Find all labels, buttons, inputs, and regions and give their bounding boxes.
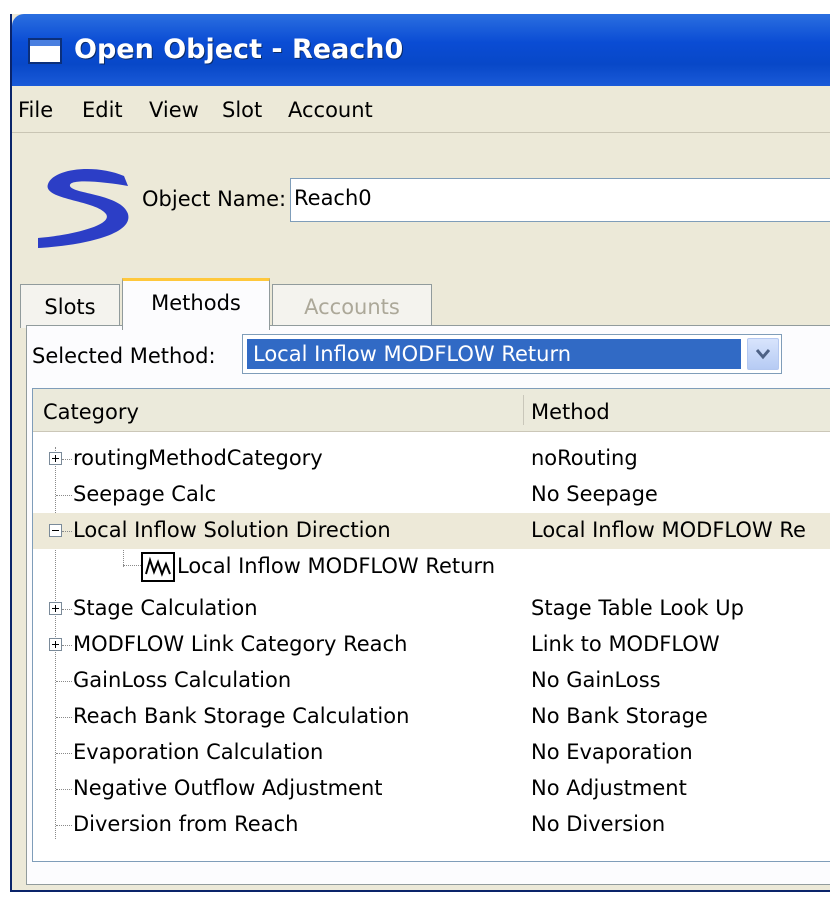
tree-line [62,645,72,646]
row-method: No Adjustment [531,776,687,800]
row-method: No Seepage [531,482,658,506]
row-category: Seepage Calc [73,482,217,506]
row-method: Local Inflow MODFLOW Re [531,518,806,542]
tree-line [56,495,72,496]
menu-bar: File Edit View Slot Account [12,88,830,133]
tree-row[interactable]: Evaporation Calculation No Evaporation [33,735,830,771]
row-method: noRouting [531,446,638,470]
tab-methods[interactable]: Methods [122,278,270,330]
row-method: No GainLoss [531,668,661,692]
row-category: GainLoss Calculation [73,668,292,692]
tree-line [56,789,72,790]
row-category: MODFLOW Link Category Reach [73,632,408,656]
menu-edit[interactable]: Edit [82,98,123,122]
selected-method-value: Local Inflow MODFLOW Return [247,339,741,369]
row-category: Local Inflow MODFLOW Return [177,554,496,578]
tree-row[interactable]: GainLoss Calculation No GainLoss [33,663,830,699]
tree-row-child[interactable]: Local Inflow MODFLOW Return [33,549,830,585]
object-name-input[interactable]: Reach0 [290,178,830,222]
tree-line [62,609,72,610]
title-bar[interactable]: Open Object - Reach0 [12,14,830,86]
row-category: Negative Outflow Adjustment [73,776,383,800]
tree-line [62,531,72,532]
row-category: Evaporation Calculation [73,740,324,764]
column-header-category[interactable]: Category [43,400,139,424]
tree-row[interactable]: Reach Bank Storage Calculation No Bank S… [33,699,830,735]
object-name-label: Object Name: [142,187,287,211]
tree-line [56,825,72,826]
tree-line [56,681,72,682]
expand-icon[interactable] [49,602,62,615]
expand-icon[interactable] [49,638,62,651]
method-wave-icon [141,552,175,582]
method-tree: Category Method routingMethodCategory no… [32,388,830,862]
row-category: Reach Bank Storage Calculation [73,704,410,728]
row-method: Stage Table Look Up [531,596,744,620]
tree-row[interactable]: MODFLOW Link Category Reach Link to MODF… [33,627,830,663]
row-method: Link to MODFLOW [531,632,720,656]
selected-method-dropdown[interactable]: Local Inflow MODFLOW Return [242,334,782,374]
row-category: Diversion from Reach [73,812,299,836]
tab-slots[interactable]: Slots [20,284,120,328]
menu-slot[interactable]: Slot [222,98,262,122]
menu-file[interactable]: File [18,98,53,122]
row-category: Stage Calculation [73,596,258,620]
menu-account[interactable]: Account [288,98,373,122]
tab-accounts[interactable]: Accounts [272,284,432,328]
row-method: No Bank Storage [531,704,708,728]
window-title: Open Object - Reach0 [74,34,404,65]
selected-method-label: Selected Method: [32,344,216,368]
collapse-icon[interactable] [49,524,62,537]
tree-line [56,717,72,718]
row-category: Local Inflow Solution Direction [73,518,391,542]
column-divider[interactable] [523,395,524,425]
row-category: routingMethodCategory [73,446,323,470]
tree-header: Category Method [33,389,830,432]
window-icon [28,38,62,64]
tree-row[interactable]: Seepage Calc No Seepage [33,477,830,513]
tree-row-selected[interactable]: Local Inflow Solution Direction Local In… [33,513,830,549]
tree-row[interactable]: Stage Calculation Stage Table Look Up [33,591,830,627]
row-method: No Evaporation [531,740,693,764]
tab-strip: Slots Methods Accounts [12,268,830,330]
tree-line [62,459,72,460]
tree-row[interactable]: routingMethodCategory noRouting [33,441,830,477]
reach-logo-icon [38,169,129,248]
column-header-method[interactable]: Method [531,400,610,424]
tree-row[interactable]: Diversion from Reach No Diversion [33,807,830,843]
row-method: No Diversion [531,812,666,836]
tree-row[interactable]: Negative Outflow Adjustment No Adjustmen… [33,771,830,807]
chevron-down-icon [756,349,770,360]
dropdown-button[interactable] [747,338,779,370]
expand-icon[interactable] [49,452,62,465]
menu-view[interactable]: View [149,98,199,122]
tree-line [56,753,72,754]
